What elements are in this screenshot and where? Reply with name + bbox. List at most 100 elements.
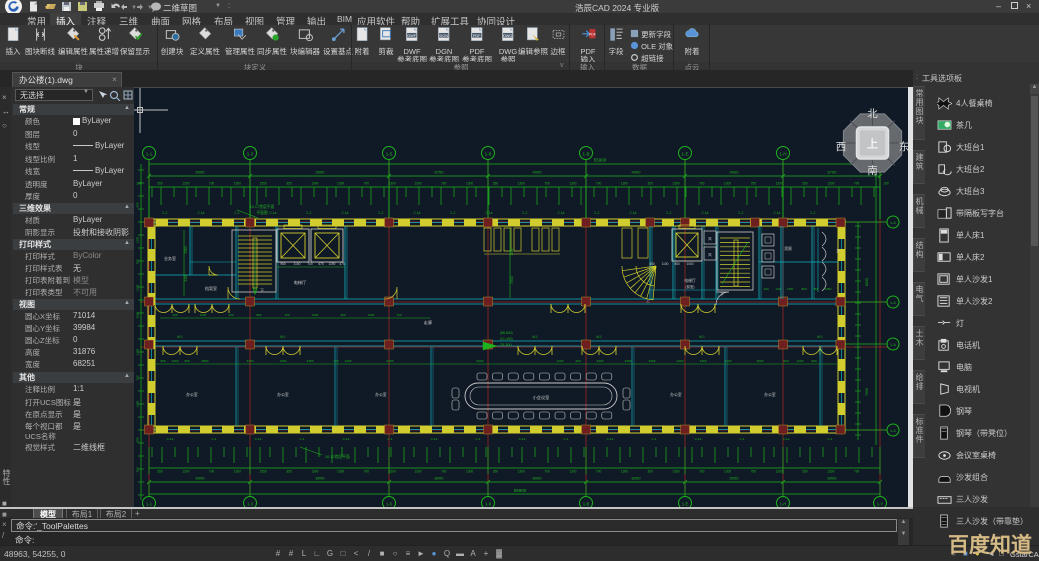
svg-text:700: 700 (596, 182, 602, 186)
svg-text:1200: 1200 (182, 470, 189, 474)
svg-text:6000: 6000 (865, 278, 869, 286)
svg-text:675: 675 (318, 262, 324, 266)
svg-text:C-1a: C-1a (167, 437, 174, 441)
svg-text:350: 350 (286, 470, 292, 474)
svg-text:1300: 1300 (776, 182, 783, 186)
svg-text:6000: 6000 (828, 476, 838, 481)
svg-text:850: 850 (813, 287, 818, 291)
svg-text:6400: 6400 (477, 359, 484, 363)
svg-text:350: 350 (493, 470, 499, 474)
svg-text:350: 350 (648, 470, 654, 474)
svg-text:1-8: 1-8 (485, 152, 492, 157)
svg-text:C-1a: C-1a (486, 211, 493, 215)
svg-text:900: 900 (136, 437, 140, 442)
svg-text:1200: 1200 (172, 359, 179, 363)
svg-text:上: 上 (867, 137, 878, 151)
svg-text:C-1: C-1 (306, 211, 311, 215)
svg-text:1000: 1000 (686, 262, 693, 266)
svg-text:C-1: C-1 (652, 437, 657, 441)
svg-text:700: 700 (854, 182, 860, 186)
svg-text:1360: 1360 (337, 182, 344, 186)
svg-text:1300: 1300 (311, 470, 318, 474)
svg-text:55900: 55900 (514, 488, 527, 493)
svg-text:下: 下 (720, 292, 724, 297)
svg-text:350: 350 (802, 470, 808, 474)
svg-text:DWF: DWF (407, 34, 416, 38)
svg-text:1300: 1300 (466, 182, 473, 186)
svg-text:3000: 3000 (757, 359, 764, 363)
svg-text:900: 900 (136, 202, 140, 207)
svg-text:350: 350 (286, 182, 292, 186)
svg-text:7000: 7000 (865, 388, 869, 396)
svg-text:3300: 3300 (184, 246, 188, 253)
svg-text:C-1: C-1 (212, 437, 217, 441)
svg-text:475: 475 (339, 262, 345, 266)
svg-text:400: 400 (575, 359, 580, 363)
svg-text:1300: 1300 (625, 359, 632, 363)
svg-text:东: 东 (899, 140, 908, 153)
svg-text:700: 700 (364, 182, 370, 186)
svg-text:700: 700 (307, 262, 313, 266)
svg-text:700: 700 (209, 470, 215, 474)
svg-text:1360: 1360 (337, 470, 344, 474)
svg-text:1300: 1300 (136, 236, 140, 243)
svg-text:平面图: 平面图 (256, 210, 268, 215)
svg-text:C-1: C-1 (810, 211, 815, 215)
svg-text:1-3: 1-3 (247, 152, 254, 157)
svg-text:8000: 8000 (533, 476, 543, 481)
svg-text:850: 850 (674, 262, 680, 266)
svg-text:电梯厅: 电梯厅 (294, 279, 307, 286)
svg-text:西: 西 (836, 141, 847, 153)
svg-text:1300: 1300 (776, 470, 783, 474)
svg-text:700: 700 (396, 313, 401, 317)
svg-text:1300: 1300 (368, 313, 375, 317)
svg-text:3000: 3000 (136, 311, 140, 318)
svg-text:700: 700 (854, 470, 860, 474)
svg-text:C-1a: C-1a (695, 437, 702, 441)
svg-text:10.12首层平面: 10.12首层平面 (325, 454, 350, 459)
svg-text:6400: 6400 (387, 359, 394, 363)
svg-text:750: 750 (751, 182, 757, 186)
svg-text:办公室: 办公室 (375, 392, 387, 397)
svg-text:C-1a: C-1a (414, 211, 421, 215)
svg-text:1360: 1360 (672, 182, 679, 186)
svg-text:150: 150 (284, 313, 289, 317)
svg-text:1300: 1300 (827, 182, 834, 186)
svg-text:1300: 1300 (311, 182, 318, 186)
svg-text:1300: 1300 (389, 182, 396, 186)
svg-text:700: 700 (441, 470, 447, 474)
svg-text:▼: ▼ (131, 5, 137, 11)
svg-text:1300: 1300 (518, 182, 525, 186)
svg-text:1-5: 1-5 (386, 152, 393, 157)
svg-text:4000: 4000 (632, 170, 642, 175)
svg-text:M-1: M-1 (532, 335, 538, 339)
svg-text:700: 700 (699, 470, 705, 474)
svg-text:1300: 1300 (414, 182, 421, 186)
svg-text:C-1: C-1 (564, 437, 569, 441)
svg-text:3400: 3400 (649, 359, 656, 363)
svg-text:1300: 1300 (234, 182, 241, 186)
svg-text:C-1a: C-1a (270, 211, 277, 215)
svg-text:850: 850 (649, 262, 655, 266)
svg-text:PDF: PDF (472, 34, 480, 38)
svg-text:1190: 1190 (329, 262, 336, 266)
svg-text:1100: 1100 (294, 262, 301, 266)
svg-text:900: 900 (160, 359, 165, 363)
svg-text:1300: 1300 (389, 470, 396, 474)
svg-text:3050: 3050 (316, 170, 326, 175)
svg-text:1300: 1300 (724, 182, 731, 186)
svg-text:M-1: M-1 (817, 335, 823, 339)
svg-text:走廊: 走廊 (424, 319, 432, 326)
svg-text:2350: 2350 (260, 470, 267, 474)
svg-text:1300: 1300 (569, 182, 576, 186)
svg-text:上: 上 (646, 297, 650, 303)
svg-text:700: 700 (364, 470, 370, 474)
svg-text:C-1: C-1 (378, 211, 383, 215)
svg-text:8000: 8000 (632, 476, 642, 481)
svg-text:450: 450 (340, 313, 345, 317)
svg-text:950: 950 (280, 262, 286, 266)
svg-text:1200: 1200 (557, 359, 564, 363)
svg-text:350: 350 (493, 182, 499, 186)
svg-text:4000: 4000 (533, 170, 543, 175)
svg-text:4000: 4000 (730, 170, 740, 175)
